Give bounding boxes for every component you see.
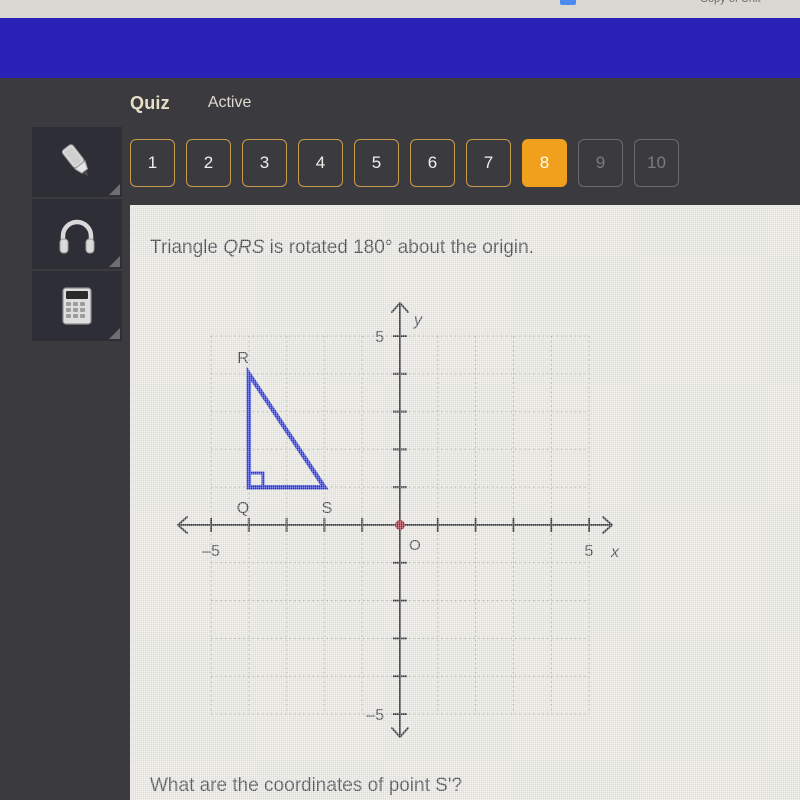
- question-nav-item-10: 10: [634, 139, 679, 187]
- tool-rail: [32, 127, 122, 343]
- coordinate-plane-svg: R Q S 5 –5 –5 5 y x O: [177, 302, 620, 738]
- coordinate-plane-figure: R Q S 5 –5 –5 5 y x O: [160, 285, 630, 755]
- quiz-header: Quiz Active: [130, 88, 251, 118]
- screenshot-root: Copy of Unit Quiz Active: [0, 0, 800, 800]
- browser-bookmark-strip: Copy of Unit: [0, 0, 800, 18]
- site-banner: [0, 18, 800, 78]
- question-nav-item-2[interactable]: 2: [186, 139, 231, 187]
- question-panel: Triangle QRS is rotated 180° about the o…: [130, 205, 800, 800]
- quiz-status: Active: [207, 94, 252, 111]
- bookmark-color-swatch: [560, 0, 576, 5]
- prompt-prefix: Triangle: [150, 237, 224, 258]
- question-nav-item-8[interactable]: 8: [522, 139, 567, 187]
- vertex-label-R: R: [237, 350, 249, 367]
- question-tail-text: What are the coordinates of point S'?: [150, 775, 463, 796]
- origin-label: O: [409, 537, 421, 554]
- calculator-icon: [62, 287, 92, 325]
- axis-arrowheads: [177, 302, 613, 738]
- question-prompt: Triangle QRS is rotated 180° about the o…: [150, 237, 534, 259]
- question-nav-item-9: 9: [578, 139, 623, 187]
- headphones-icon: [59, 219, 95, 254]
- vertex-label-Q: Q: [237, 500, 249, 517]
- question-nav-item-4[interactable]: 4: [298, 139, 343, 187]
- question-nav-item-6[interactable]: 6: [410, 139, 455, 187]
- question-nav-item-7[interactable]: 7: [466, 139, 511, 187]
- prompt-triangle-name: QRS: [223, 237, 265, 258]
- y-tick-label-neg5: –5: [366, 707, 384, 724]
- y-axis-label: y: [413, 312, 423, 329]
- question-nav: 1 2 3 4 5 6 7 8 9 10: [130, 139, 679, 187]
- question-nav-item-3[interactable]: 3: [242, 139, 287, 187]
- axes: [178, 303, 612, 737]
- prompt-suffix: is rotated 180° about the origin.: [264, 237, 534, 258]
- x-tick-label-neg5: –5: [202, 543, 220, 560]
- quiz-title: Quiz: [130, 92, 170, 113]
- bookmark-label[interactable]: Copy of Unit: [700, 0, 761, 5]
- vertex-label-S: S: [322, 500, 333, 517]
- headphones-tool-button[interactable]: [32, 199, 122, 269]
- question-nav-item-1[interactable]: 1: [130, 139, 175, 187]
- bookmark-folder-icon[interactable]: [676, 0, 692, 5]
- y-tick-label-5: 5: [375, 329, 384, 346]
- calculator-tool-button[interactable]: [32, 271, 122, 341]
- highlighter-tool-button[interactable]: [32, 127, 122, 197]
- origin-marker-dot: [395, 520, 405, 530]
- highlighter-icon: [61, 144, 89, 177]
- question-nav-item-5[interactable]: 5: [354, 139, 399, 187]
- x-axis-label: x: [610, 544, 620, 561]
- x-tick-label-5: 5: [585, 543, 594, 560]
